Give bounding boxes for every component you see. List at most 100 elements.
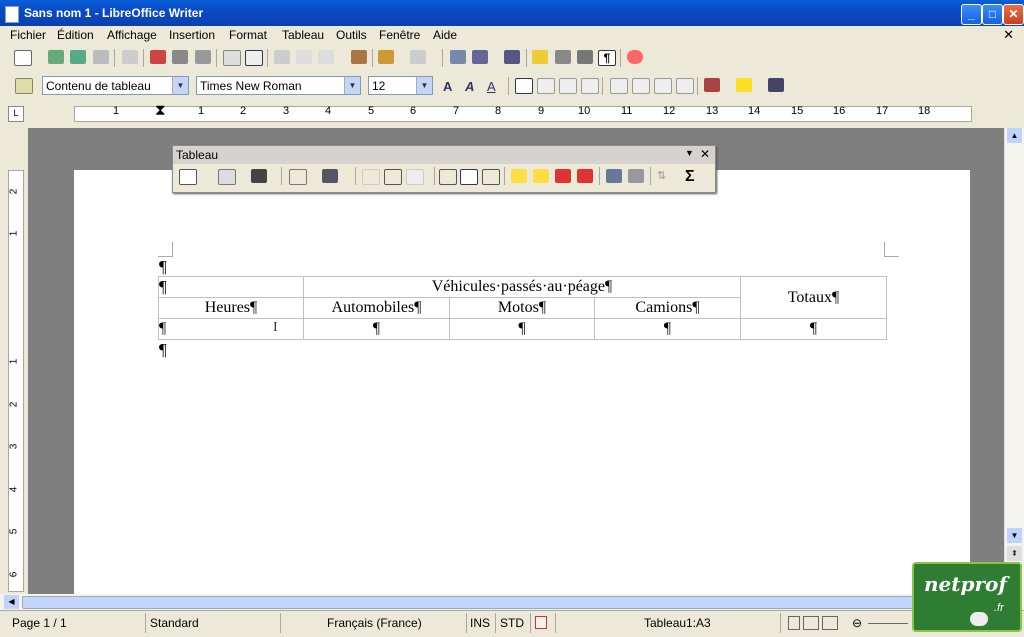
selection-mode[interactable]: STD: [500, 616, 524, 630]
spellcheck-icon[interactable]: [223, 50, 241, 66]
multi-page-view-icon[interactable]: [803, 616, 819, 630]
export-pdf-icon[interactable]: [150, 50, 166, 64]
tab-stop-icon[interactable]: L: [8, 106, 24, 122]
maximize-button[interactable]: □: [982, 4, 1003, 25]
styles-icon[interactable]: [15, 78, 33, 94]
paragraph-style-select[interactable]: Contenu de tableau ▼: [42, 76, 189, 95]
menu-format[interactable]: Format: [229, 28, 267, 42]
increase-indent-icon[interactable]: [676, 78, 694, 94]
highlight-icon[interactable]: [736, 78, 752, 92]
table-cell[interactable]: ¶: [158, 276, 304, 298]
close-document-icon[interactable]: ✕: [1003, 27, 1014, 43]
delete-column-icon[interactable]: [577, 169, 593, 183]
decrease-indent-icon[interactable]: [654, 78, 672, 94]
underline-icon[interactable]: A: [487, 79, 503, 94]
scroll-up-icon[interactable]: ▲: [1007, 128, 1022, 143]
single-page-view-icon[interactable]: [788, 616, 800, 630]
optimize-icon[interactable]: [406, 169, 424, 185]
horizontal-scroll-thumb[interactable]: [22, 596, 984, 609]
menu-insertion[interactable]: Insertion: [169, 28, 215, 42]
borders-icon[interactable]: [289, 169, 307, 185]
insert-table-icon[interactable]: [472, 50, 488, 64]
minimize-button[interactable]: _: [961, 4, 982, 25]
formatting-marks-icon[interactable]: ¶: [598, 50, 616, 66]
menu-fichier[interactable]: Fichier: [10, 28, 46, 42]
horizontal-ruler[interactable]: L 1 ⧗ 1 2 3 4 5 6 7 8 9 10 11 12 13 14 1…: [0, 100, 1024, 128]
merge-cells-icon[interactable]: [362, 169, 380, 185]
align-center-icon[interactable]: [537, 78, 555, 94]
hyperlink-icon[interactable]: [450, 50, 466, 64]
tableau-toolbar[interactable]: Tableau ▼ ✕ ⇅ Σ: [172, 145, 716, 193]
sum-icon[interactable]: Σ: [685, 168, 701, 185]
table-cell[interactable]: ¶: [449, 318, 595, 340]
indent-marker-icon[interactable]: ⧗: [155, 102, 166, 119]
area-style-icon[interactable]: [322, 169, 338, 183]
table-cell[interactable]: ¶: [303, 318, 450, 340]
totaux-cell[interactable]: Totaux¶: [740, 276, 887, 319]
split-cells-icon[interactable]: [384, 169, 402, 185]
zoom-out-icon[interactable]: ⊖: [852, 616, 862, 630]
save-icon[interactable]: [70, 50, 86, 64]
document-modified-icon[interactable]: [535, 616, 547, 629]
table-cell[interactable]: ¶: [740, 318, 887, 340]
print-preview-icon[interactable]: [195, 50, 211, 64]
menu-tableau[interactable]: Tableau: [282, 28, 324, 42]
navigator-icon[interactable]: [532, 50, 548, 64]
autospellcheck-icon[interactable]: [245, 50, 263, 66]
page-count[interactable]: Page 1 / 1: [12, 616, 67, 630]
menu-edition[interactable]: Édition: [57, 28, 94, 42]
table-cell-a3[interactable]: ¶ I: [158, 318, 304, 340]
scroll-left-icon[interactable]: ◀: [4, 595, 19, 609]
background-color-icon[interactable]: [768, 78, 784, 92]
font-name-select[interactable]: Times New Roman ▼: [196, 76, 361, 95]
font-size-select[interactable]: 12 ▼: [368, 76, 433, 95]
table-icon[interactable]: [179, 169, 197, 185]
vertical-ruler[interactable]: 2 1 1 2 3 4 5 6: [0, 128, 28, 594]
new-document-icon[interactable]: [14, 50, 32, 66]
undo-icon[interactable]: [378, 50, 394, 64]
align-left-icon[interactable]: [515, 78, 533, 94]
insert-column-icon[interactable]: [533, 169, 549, 183]
automobiles-cell[interactable]: Automobiles¶: [303, 297, 450, 319]
close-button[interactable]: ✕: [1003, 4, 1024, 25]
table-properties-icon[interactable]: [628, 169, 644, 183]
open-icon[interactable]: [48, 50, 64, 64]
language-status[interactable]: Français (France): [327, 616, 422, 630]
center-vertically-icon[interactable]: [460, 169, 478, 185]
align-top-icon[interactable]: [439, 169, 457, 185]
paste-icon[interactable]: [318, 50, 334, 64]
email-icon[interactable]: [93, 50, 109, 64]
clone-format-icon[interactable]: [351, 50, 367, 64]
copy-icon[interactable]: [296, 50, 312, 64]
table-cell[interactable]: ¶: [594, 318, 741, 340]
line-style-icon[interactable]: [218, 169, 236, 185]
zoom-slider[interactable]: [868, 623, 908, 624]
menu-outils[interactable]: Outils: [336, 28, 367, 42]
border-color-icon[interactable]: [251, 169, 267, 183]
print-icon[interactable]: [172, 50, 188, 64]
vertical-scrollbar[interactable]: ▲ ▼ ⇞: [1004, 128, 1024, 594]
bold-icon[interactable]: A: [443, 79, 459, 94]
chevron-down-icon[interactable]: ▼: [685, 148, 694, 158]
bullets-icon[interactable]: [632, 78, 650, 94]
close-icon[interactable]: ✕: [700, 147, 710, 161]
italic-icon[interactable]: A: [465, 79, 481, 94]
delete-row-icon[interactable]: [555, 169, 571, 183]
document-page[interactable]: [74, 170, 970, 600]
scroll-down-icon[interactable]: ▼: [1007, 528, 1022, 543]
motos-cell[interactable]: Motos¶: [449, 297, 595, 319]
writer-app-icon[interactable]: [5, 6, 19, 23]
help-icon[interactable]: [627, 50, 643, 64]
font-color-icon[interactable]: [704, 78, 720, 92]
align-right-icon[interactable]: [559, 78, 577, 94]
menu-fenetre[interactable]: Fenêtre: [379, 28, 420, 42]
show-draw-functions-icon[interactable]: [504, 50, 520, 64]
menu-aide[interactable]: Aide: [433, 28, 457, 42]
menu-affichage[interactable]: Affichage: [107, 28, 157, 42]
justify-icon[interactable]: [581, 78, 599, 94]
document-table[interactable]: ¶ Véhicules·passés·au·péage¶ Totaux¶ Heu…: [158, 276, 887, 340]
chevron-down-icon[interactable]: ▼: [172, 77, 188, 94]
data-sources-icon[interactable]: [577, 50, 593, 64]
horizontal-scrollbar[interactable]: ◀: [0, 594, 1024, 610]
edit-mode-icon[interactable]: [122, 50, 138, 64]
